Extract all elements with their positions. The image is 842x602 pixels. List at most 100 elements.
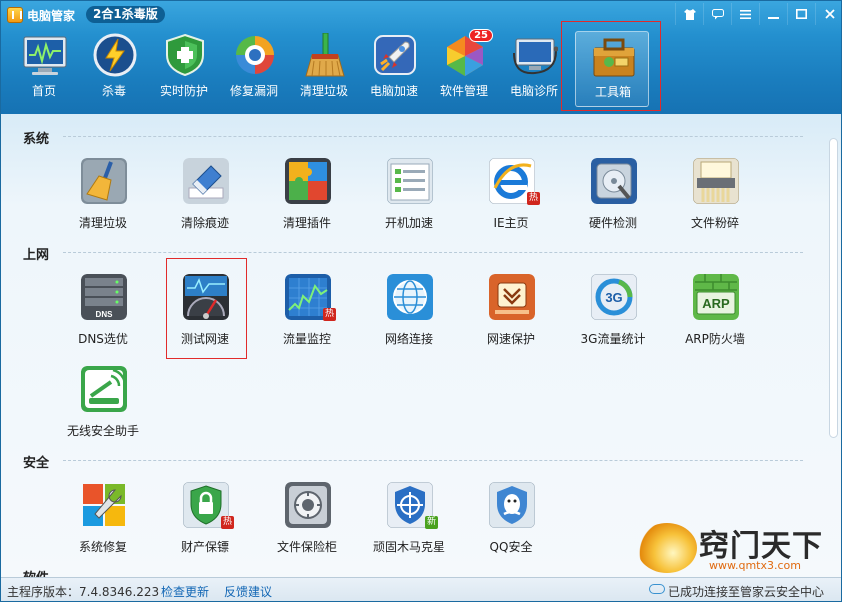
tool-label: QQ安全 — [489, 540, 533, 554]
speed-test-highlight-box — [166, 258, 247, 359]
menu-icon[interactable] — [731, 3, 759, 25]
feedback-link[interactable]: 反馈建议 — [224, 583, 272, 600]
hardware-icon — [591, 158, 637, 204]
nav-home[interactable]: 首页 — [9, 31, 79, 107]
feedback-icon[interactable] — [703, 3, 731, 25]
lightning-icon — [93, 33, 137, 77]
app-logo-icon — [7, 7, 23, 23]
close-icon[interactable] — [815, 3, 841, 25]
tool-label: 清除痕迹 — [180, 216, 229, 230]
maximize-icon[interactable] — [787, 3, 815, 25]
arp-icon: ARP — [693, 274, 739, 320]
tool-qq-security[interactable]: QQ安全 — [461, 482, 561, 572]
tool-label: ARP防火墙 — [685, 332, 745, 346]
section-title-system: 系统 — [23, 132, 50, 147]
tool-label: 开机加速 — [384, 216, 433, 230]
nav-antivirus[interactable]: 杀毒 — [79, 31, 149, 107]
tool-label: IE主页 — [493, 216, 529, 230]
tool-label: 网速保护 — [486, 332, 535, 346]
header: 电脑管家 2合1杀毒版 首页 杀毒 实时防护 修复漏洞 清理垃圾 电脑加速 25… — [1, 1, 841, 114]
nav-speed-up-label: 电脑加速 — [369, 84, 418, 98]
tool-clean-junk[interactable]: 清理垃圾 — [53, 158, 153, 248]
cloud-icon — [649, 584, 665, 594]
tool-wifi-assistant[interactable]: 无线安全助手 — [53, 366, 153, 456]
shield-icon — [166, 33, 204, 77]
tool-label: DNS选优 — [78, 332, 128, 346]
tool-label: 文件粉碎 — [690, 216, 739, 230]
edition-badge: 2合1杀毒版 — [86, 6, 165, 23]
hot-tag: 热 — [221, 516, 234, 529]
tool-file-safe[interactable]: 文件保险柜 — [257, 482, 357, 572]
tool-label: 网络连接 — [384, 332, 433, 346]
nav-pc-clinic-label: 电脑诊所 — [509, 84, 558, 98]
main-nav: 首页 杀毒 实时防护 修复漏洞 清理垃圾 电脑加速 25 软件管理 电脑诊所 工… — [9, 29, 649, 107]
tool-file-shredder[interactable]: 文件粉碎 — [665, 158, 765, 248]
tool-label: 清理垃圾 — [78, 216, 127, 230]
tool-3g-traffic[interactable]: 3G 3G流量统计 — [563, 274, 663, 364]
app-window: 电脑管家 2合1杀毒版 首页 杀毒 实时防护 修复漏洞 清理垃圾 电脑加速 25… — [0, 0, 842, 602]
nav-software-manager[interactable]: 25 软件管理 — [429, 29, 499, 107]
tool-ie-homepage[interactable]: 热 IE主页 — [461, 158, 561, 248]
watermark-logo-icon — [637, 523, 697, 573]
tool-speed-protect[interactable]: 网速保护 — [461, 274, 561, 364]
nav-speed-up[interactable]: 电脑加速 — [359, 31, 429, 107]
tool-traffic-monitor[interactable]: 热 流量监控 — [257, 274, 357, 364]
skin-icon[interactable] — [675, 3, 703, 25]
shredder-icon — [693, 158, 739, 204]
dns-icon-text: DNS — [96, 310, 114, 319]
nav-clean-junk[interactable]: 清理垃圾 — [289, 31, 359, 107]
qq-icon — [489, 482, 535, 528]
dns-icon: DNS — [81, 274, 127, 320]
toolbox-content: 系统 清理垃圾 清除痕迹 清理插件 开机加速 热 IE主页 硬件检测 文件粉碎 … — [1, 114, 841, 577]
rocket-icon — [374, 35, 416, 75]
tool-label: 清理插件 — [282, 216, 331, 230]
content-scrollbar[interactable] — [829, 138, 838, 438]
tool-label: 无线安全助手 — [66, 424, 139, 438]
hot-tag: 热 — [323, 308, 336, 321]
tool-system-repair[interactable]: 系统修复 — [53, 482, 153, 572]
nav-software-manager-label: 软件管理 — [439, 84, 488, 98]
tool-arp-firewall[interactable]: ARP ARP防火墙 — [665, 274, 765, 364]
new-tag: 新 — [425, 516, 438, 529]
tool-clear-traces[interactable]: 清除痕迹 — [155, 158, 255, 248]
watermark-url: www.qmtx3.com — [709, 559, 801, 572]
system-repair-icon — [83, 484, 125, 526]
nav-realtime-protection[interactable]: 实时防护 — [149, 31, 219, 107]
software-update-count: 25 — [469, 29, 493, 42]
3g-icon-text: 3G — [605, 290, 622, 305]
section-divider — [63, 460, 803, 461]
app-title: 电脑管家 — [27, 9, 76, 23]
tool-label: 财产保镖 — [180, 540, 229, 554]
tool-startup-speedup[interactable]: 开机加速 — [359, 158, 459, 248]
arp-icon-text: ARP — [702, 296, 730, 311]
tool-clean-plugins[interactable]: 清理插件 — [257, 158, 357, 248]
tool-dns-optimize[interactable]: DNS DNS选优 — [53, 274, 153, 364]
broom-icon — [305, 33, 345, 77]
tool-label: 3G流量统计 — [580, 332, 646, 346]
section-divider — [63, 252, 803, 253]
nav-clean-junk-label: 清理垃圾 — [299, 84, 348, 98]
nav-home-label: 首页 — [31, 84, 56, 98]
nav-fix-vulnerability-label: 修复漏洞 — [229, 84, 278, 98]
section-title-software: 软件 — [23, 567, 49, 577]
section-title-security: 安全 — [23, 456, 50, 471]
nav-pc-clinic[interactable]: 电脑诊所 — [499, 31, 569, 107]
check-update-link[interactable]: 检查更新 — [161, 583, 209, 600]
title-bar: 电脑管家 2合1杀毒版 — [1, 1, 841, 29]
nav-fix-vulnerability[interactable]: 修复漏洞 — [219, 31, 289, 107]
minimize-icon[interactable] — [759, 3, 787, 25]
tool-trojan-killer[interactable]: 新 顽固木马克星 — [359, 482, 459, 572]
tool-label: 顽固木马克星 — [372, 540, 445, 554]
eraser-icon — [183, 158, 229, 204]
wifi-icon — [81, 366, 127, 412]
speed-protect-icon — [489, 274, 535, 320]
status-bar: 主程序版本：7.4.8346.223 检查更新 反馈建议 已成功连接至管家云安全… — [1, 577, 841, 601]
tool-label: 文件保险柜 — [276, 540, 337, 554]
watermark: 窍门天下 www.qmtx3.com — [637, 517, 837, 577]
nav-antivirus-label: 杀毒 — [101, 84, 126, 98]
tool-property-guard[interactable]: 热 财产保镖 — [155, 482, 255, 572]
tool-network-connection[interactable]: 网络连接 — [359, 274, 459, 364]
globe-icon — [387, 274, 433, 320]
tool-hardware-detect[interactable]: 硬件检测 — [563, 158, 663, 248]
tool-label: 硬件检测 — [588, 216, 637, 230]
